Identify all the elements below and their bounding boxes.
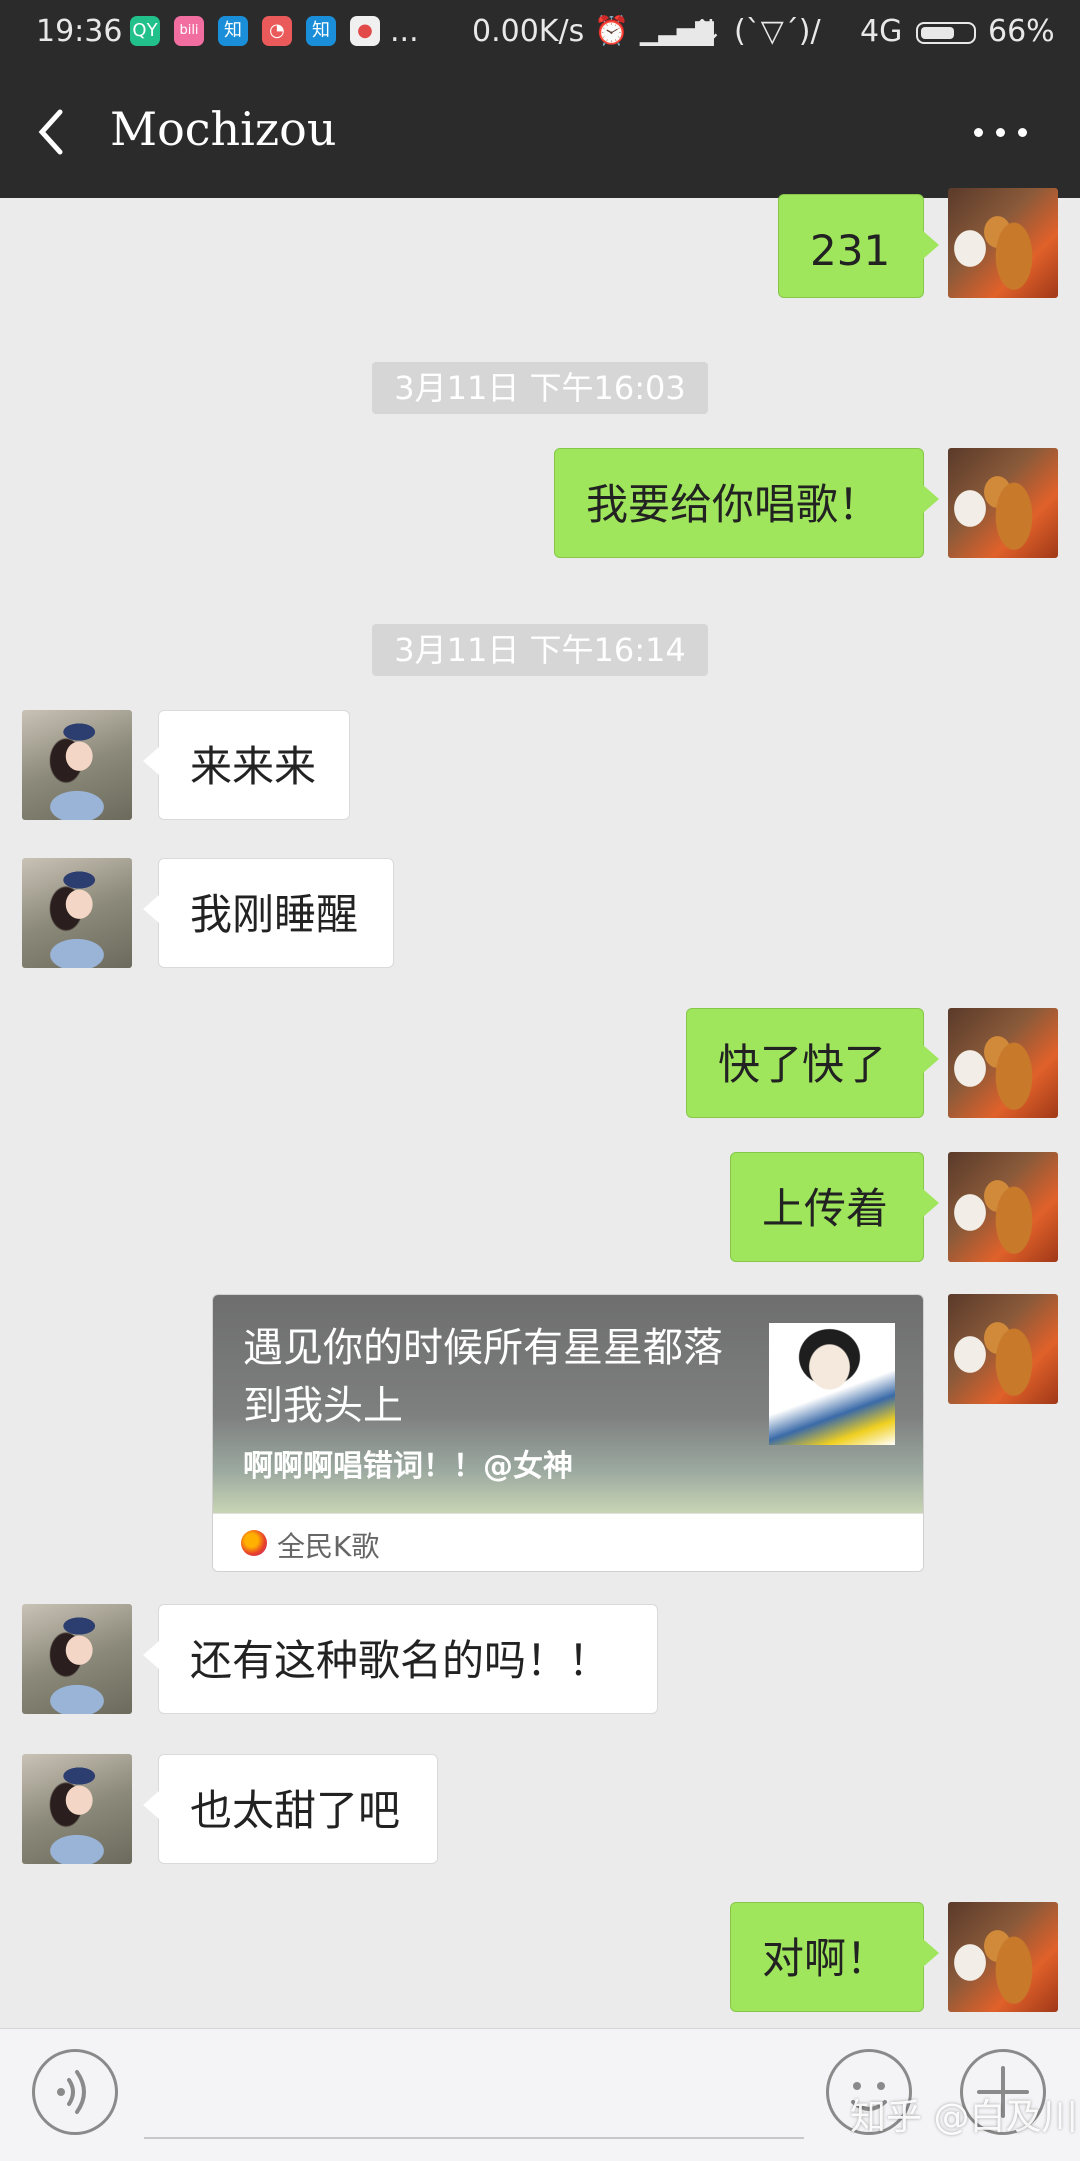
battery-percent: 66%: [988, 14, 1055, 49]
zhihu-icon-2: 知: [306, 16, 336, 46]
avatar-self[interactable]: [948, 1152, 1058, 1262]
battery-fill: [921, 27, 954, 39]
dots-app-icon: ●: [350, 16, 380, 46]
avatar-self[interactable]: [948, 1902, 1058, 2012]
avatar-contact[interactable]: [22, 1754, 132, 1864]
zhihu-icon: 知: [218, 16, 248, 46]
message-bubble-sent[interactable]: 我要给你唱歌！: [554, 448, 939, 558]
music-share-card[interactable]: 遇见你的时候所有星星都落到我头上 啊啊啊唱错词！！@女神 全民K歌: [212, 1294, 924, 1572]
alarm-icon: ⏰: [594, 14, 629, 47]
more-options-button[interactable]: [968, 110, 1038, 154]
network-speed: 0.00K/s: [472, 14, 585, 49]
kaomoji-label: (ˋ▽ˊ)/: [734, 14, 821, 49]
battery-icon: [916, 22, 976, 44]
voice-icon: [57, 2070, 86, 2114]
card-title: 遇见你的时候所有星星都落到我头上: [243, 1325, 723, 1429]
more-notifications-icon: ...: [390, 14, 419, 49]
avatar-contact[interactable]: [22, 1604, 132, 1714]
message-bubble-sent[interactable]: 上传着: [730, 1152, 939, 1262]
message-bubble-received[interactable]: 来来来: [143, 710, 350, 820]
message-bubble-received[interactable]: 我刚睡醒: [143, 858, 394, 968]
karaoke-app-logo-icon: [241, 1530, 267, 1556]
message-input[interactable]: [144, 2137, 804, 2139]
more-dots-icon: [974, 128, 983, 137]
card-thumbnail: [769, 1323, 895, 1445]
avatar-contact[interactable]: [22, 710, 132, 820]
message-bubble-received[interactable]: 也太甜了吧: [143, 1754, 438, 1864]
chat-title: Mochizou: [110, 102, 337, 156]
card-footer: 全民K歌: [213, 1513, 923, 1571]
data-arrows-icon: ⇅: [694, 14, 720, 49]
message-bubble-received[interactable]: 还有这种歌名的吗！！: [143, 1604, 658, 1714]
back-arrow-icon: [38, 109, 63, 155]
message-bubble-sent[interactable]: 231: [778, 194, 939, 298]
avatar-self[interactable]: [948, 188, 1058, 298]
weibo-icon: ◔: [262, 16, 292, 46]
bilibili-icon: bili: [174, 16, 204, 46]
timestamp: 3月11日 下午16:14: [372, 624, 708, 676]
avatar-self[interactable]: [948, 1008, 1058, 1118]
card-cover-background: 遇见你的时候所有星星都落到我头上 啊啊啊唱错词！！@女神: [213, 1295, 923, 1513]
title-bar: Mochizou: [0, 66, 1080, 198]
message-bubble-sent[interactable]: 对啊！: [730, 1902, 939, 2012]
avatar-self[interactable]: [948, 1294, 1058, 1404]
zhihu-watermark: 知乎 @白及川: [850, 2097, 1078, 2138]
message-bubble-sent[interactable]: 快了快了: [686, 1008, 939, 1118]
back-button[interactable]: [30, 106, 82, 158]
network-type: 4G: [860, 14, 903, 49]
voice-input-button[interactable]: [32, 2049, 118, 2135]
card-source: 全民K歌: [277, 1530, 380, 1563]
iqiyi-icon: QY: [130, 16, 160, 46]
status-time: 19:36: [36, 14, 123, 49]
timestamp: 3月11日 下午16:03: [372, 362, 708, 414]
avatar-contact[interactable]: [22, 858, 132, 968]
card-subtitle: 啊啊啊唱错词！！@女神: [243, 1449, 573, 1484]
status-bar: 19:36 QY bili 知 ◔ 知 ● ... 0.00K/s ⏰ ▁▃▅▇…: [0, 0, 1080, 66]
avatar-self[interactable]: [948, 448, 1058, 558]
